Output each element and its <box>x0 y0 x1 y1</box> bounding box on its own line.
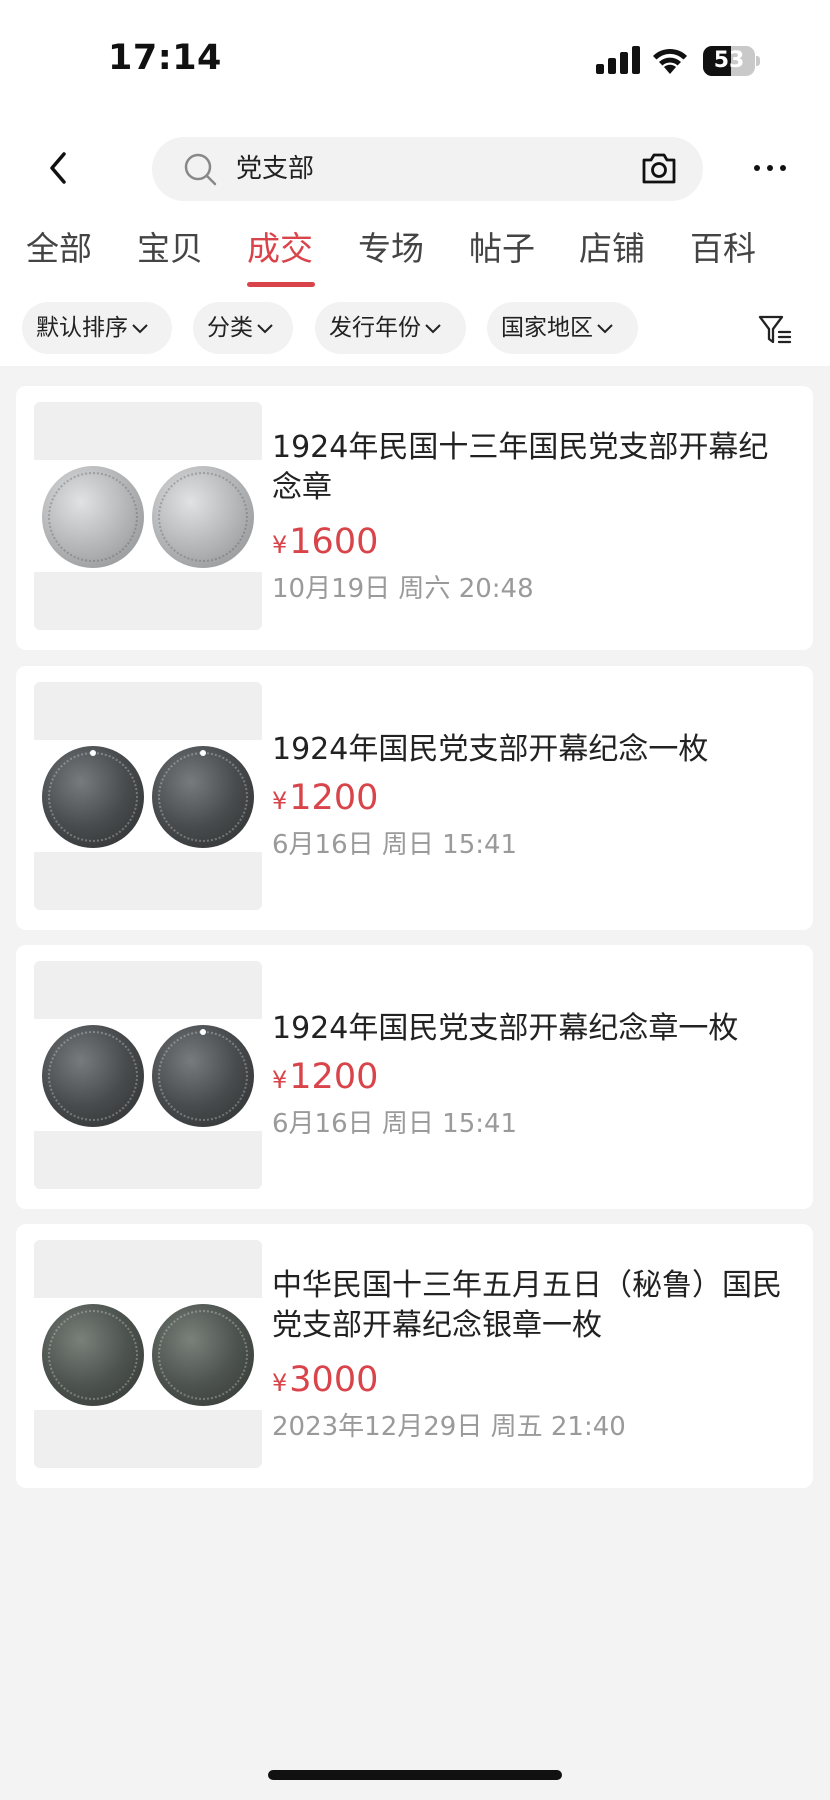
coin-reverse-image <box>152 466 254 568</box>
tab-encyclopedia[interactable]: 百科 <box>690 222 756 270</box>
product-thumbnail <box>34 1240 262 1468</box>
filter-category[interactable]: 分类 <box>193 302 293 354</box>
status-time: 17:14 <box>108 38 222 78</box>
list-item[interactable]: 1924年国民党支部开幕纪念章一枚 ¥1200 6月16日 周日 15:41 <box>16 945 813 1209</box>
tab-posts[interactable]: 帖子 <box>469 222 535 270</box>
home-indicator <box>268 1770 562 1780</box>
list-item[interactable]: 1924年民国十三年国民党支部开幕纪念章 ¥1600 10月19日 周六 20:… <box>16 386 813 650</box>
price-value: 1200 <box>289 778 379 818</box>
coin-reverse-image <box>152 1025 254 1127</box>
item-date: 6月16日 周日 15:41 <box>272 1109 518 1139</box>
coin-obverse-image <box>42 746 144 848</box>
chevron-down-icon <box>425 323 441 333</box>
funnel-icon[interactable] <box>758 314 792 346</box>
coin-obverse-image <box>42 466 144 568</box>
item-title: 1924年国民党支部开幕纪念一枚 <box>272 732 709 767</box>
currency-symbol: ¥ <box>272 787 288 815</box>
cellular-signal-icon <box>596 46 640 74</box>
price-value: 3000 <box>289 1360 379 1400</box>
product-thumbnail <box>34 961 262 1189</box>
filter-region[interactable]: 国家地区 <box>487 302 638 354</box>
item-title: 中华民国十三年五月五日（秘鲁）国民党支部开幕纪念银章一枚 <box>272 1268 782 1343</box>
coin-obverse-image <box>42 1304 144 1406</box>
filter-issue-year[interactable]: 发行年份 <box>315 302 466 354</box>
camera-icon[interactable] <box>641 151 677 185</box>
filter-region-label: 国家地区 <box>501 315 593 341</box>
item-date: 10月19日 周六 20:48 <box>272 574 534 604</box>
search-icon <box>184 153 217 186</box>
chevron-down-icon <box>132 323 148 333</box>
more-icon[interactable] <box>752 160 788 176</box>
currency-symbol: ¥ <box>272 1369 288 1397</box>
product-thumbnail <box>34 402 262 630</box>
filter-sort-label: 默认排序 <box>36 315 128 341</box>
filter-issue-year-label: 发行年份 <box>329 315 421 341</box>
tab-all[interactable]: 全部 <box>26 222 92 270</box>
tab-bar: 全部 宝贝 成交 专场 帖子 店铺 百科 <box>0 222 830 288</box>
battery-icon: 53 <box>703 46 760 76</box>
search-query[interactable]: 党支部 <box>236 137 314 201</box>
item-date: 2023年12月29日 周五 21:40 <box>272 1412 626 1442</box>
filter-sort[interactable]: 默认排序 <box>22 302 172 354</box>
chevron-down-icon <box>257 323 273 333</box>
item-title: 1924年国民党支部开幕纪念章一枚 <box>272 1011 739 1046</box>
tab-shops[interactable]: 店铺 <box>579 222 645 270</box>
price-value: 1600 <box>289 522 379 562</box>
item-price: ¥1200 <box>272 776 378 823</box>
wifi-icon <box>653 48 687 74</box>
list-item[interactable]: 中华民国十三年五月五日（秘鲁）国民党支部开幕纪念银章一枚 ¥3000 2023年… <box>16 1224 813 1488</box>
chevron-down-icon <box>597 323 613 333</box>
product-thumbnail <box>34 682 262 910</box>
coin-reverse-image <box>152 1304 254 1406</box>
item-price: ¥1600 <box>272 520 378 567</box>
currency-symbol: ¥ <box>272 531 288 559</box>
filter-category-label: 分类 <box>207 315 253 341</box>
tab-deals[interactable]: 成交 <box>247 222 313 270</box>
app-header: 17:14 53 党支部 全部 宝贝 成交 专场 帖子 店铺 百科 默认排序 分… <box>0 0 830 366</box>
back-chevron-icon[interactable] <box>44 150 74 186</box>
item-title: 1924年民国十三年国民党支部开幕纪念章 <box>272 430 769 505</box>
tab-items[interactable]: 宝贝 <box>137 222 203 270</box>
active-tab-underline <box>247 282 315 287</box>
battery-level: 53 <box>713 48 745 73</box>
price-value: 1200 <box>289 1057 379 1097</box>
item-price: ¥3000 <box>272 1358 378 1405</box>
item-date: 6月16日 周日 15:41 <box>272 830 518 860</box>
item-price: ¥1200 <box>272 1055 378 1102</box>
tab-sessions[interactable]: 专场 <box>358 222 424 270</box>
search-bar[interactable]: 党支部 <box>152 137 703 201</box>
coin-obverse-image <box>42 1025 144 1127</box>
list-item[interactable]: 1924年国民党支部开幕纪念一枚 ¥1200 6月16日 周日 15:41 <box>16 666 813 930</box>
coin-reverse-image <box>152 746 254 848</box>
currency-symbol: ¥ <box>272 1066 288 1094</box>
